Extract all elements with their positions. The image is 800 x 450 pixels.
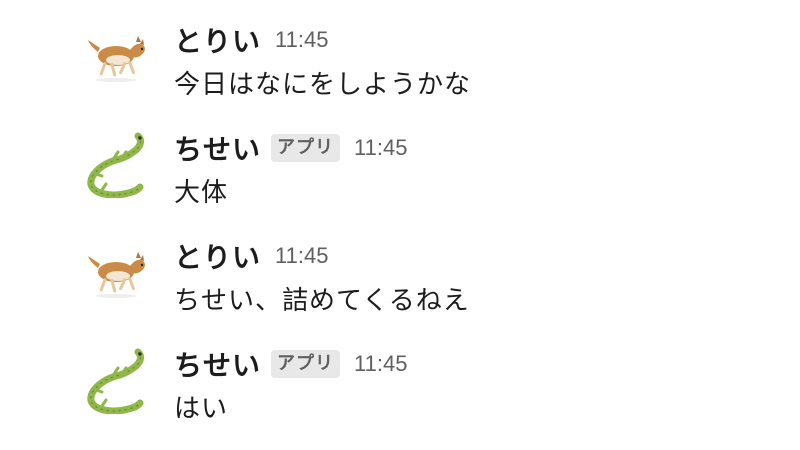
avatar[interactable]: [80, 234, 152, 306]
sender-name[interactable]: ちせい: [174, 128, 261, 168]
dog-icon: [88, 36, 145, 82]
timestamp[interactable]: 11:45: [275, 27, 328, 53]
app-badge: アプリ: [271, 134, 341, 162]
message-text: ちせい、詰めてくるねえ: [174, 286, 470, 316]
dog-icon: [88, 252, 145, 298]
message-header: ちせい アプリ 11:45: [174, 130, 407, 166]
message-item[interactable]: とりい 11:45 ちせい、詰めてくるねえ: [0, 216, 800, 316]
message-header: とりい 11:45: [174, 22, 328, 58]
message-header: とりい 11:45: [174, 238, 328, 274]
avatar[interactable]: [80, 126, 152, 198]
message-item[interactable]: ちせい アプリ 11:45 大体: [0, 108, 800, 208]
message-header: ちせい アプリ 11:45: [174, 346, 407, 382]
lizard-icon: [87, 132, 145, 198]
message-text: 大体: [174, 178, 229, 208]
message-list: とりい 11:45 今日はなにをしようかな ちせい アプリ 11:45 大体 と…: [0, 0, 800, 450]
avatar[interactable]: [80, 342, 152, 414]
sender-name[interactable]: とりい: [174, 20, 261, 60]
sender-name[interactable]: ちせい: [174, 344, 261, 384]
app-badge: アプリ: [271, 350, 341, 378]
avatar[interactable]: [80, 18, 152, 90]
lizard-icon: [87, 348, 145, 414]
timestamp[interactable]: 11:45: [354, 351, 407, 377]
message-item[interactable]: ちせい アプリ 11:45 はい: [0, 324, 800, 424]
timestamp[interactable]: 11:45: [275, 243, 328, 269]
message-text: 今日はなにをしようかな: [174, 70, 472, 100]
message-text: はい: [174, 394, 229, 424]
timestamp[interactable]: 11:45: [354, 135, 407, 161]
message-item[interactable]: とりい 11:45 今日はなにをしようかな: [0, 0, 800, 100]
sender-name[interactable]: とりい: [174, 236, 261, 276]
